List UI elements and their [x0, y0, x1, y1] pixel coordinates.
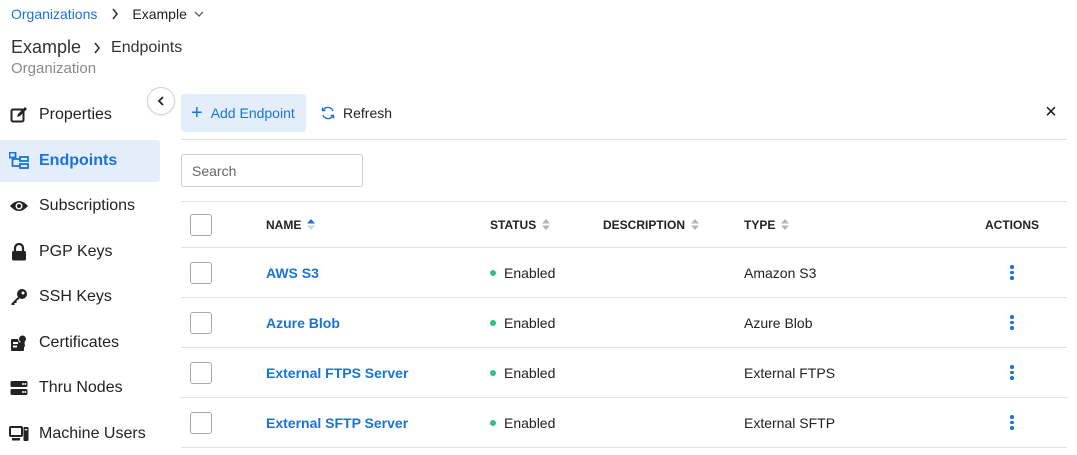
breadcrumb-current-label: Example	[132, 6, 187, 22]
sidebar-item-label: Thru Nodes	[39, 379, 123, 396]
endpoint-name-link[interactable]: AWS S3	[266, 265, 319, 281]
status-dot-icon	[490, 419, 496, 426]
sidebar-item-properties[interactable]: Properties	[0, 94, 160, 136]
lock-icon	[9, 242, 29, 262]
page-subtitle: Organization	[11, 60, 97, 77]
table-row[interactable]: External FTPS Server Enabled External FT…	[181, 348, 1067, 398]
column-header-description[interactable]: DESCRIPTION	[603, 202, 700, 247]
status-badge: Enabled	[504, 414, 556, 431]
sidebar-item-label: PGP Keys	[39, 242, 113, 260]
table-row[interactable]: External SFTP Server Enabled External SF…	[181, 398, 1067, 448]
toolbar: + Add Endpoint Refresh ×	[181, 94, 1067, 140]
table-row[interactable]: Azure Blob Enabled Azure Blob	[181, 298, 1067, 348]
column-header-name[interactable]: NAME	[266, 202, 316, 247]
row-checkbox[interactable]	[190, 261, 212, 284]
sort-icon[interactable]	[781, 219, 790, 230]
sidebar-item-label: Machine Users	[39, 424, 146, 442]
close-icon[interactable]: ×	[1043, 102, 1059, 122]
certificate-icon	[9, 333, 29, 353]
status-badge: Enabled	[504, 264, 556, 281]
status-badge: Enabled	[504, 314, 556, 331]
sidebar-item-label: Certificates	[39, 333, 120, 351]
add-endpoint-label: Add Endpoint	[210, 105, 295, 121]
refresh-icon	[321, 106, 335, 120]
more-actions-icon[interactable]	[1006, 313, 1018, 333]
sidebar-item-machine-users[interactable]: Machine Users	[0, 413, 160, 455]
sort-icon[interactable]	[542, 219, 551, 230]
table-header-row: NAME STATUS DESCRIPTION TYPE ACTIONS	[181, 202, 1067, 248]
sidebar-item-endpoints[interactable]: Endpoints	[0, 139, 160, 182]
breadcrumb: Organizations Example	[11, 5, 204, 23]
add-endpoint-button[interactable]: + Add Endpoint	[181, 94, 306, 132]
status-dot-icon	[490, 269, 496, 276]
chevron-right-icon	[93, 42, 101, 54]
search-input[interactable]	[181, 154, 363, 187]
eye-icon	[9, 196, 29, 216]
table-row[interactable]: AWS S3 Enabled Amazon S3	[181, 248, 1067, 298]
type-cell: Azure Blob	[744, 314, 813, 331]
breadcrumb-current-dropdown[interactable]: Example	[132, 6, 204, 22]
type-cell: Amazon S3	[744, 264, 817, 281]
computer-icon	[9, 424, 29, 444]
edit-icon	[9, 105, 29, 125]
breadcrumb-organizations-link[interactable]: Organizations	[11, 6, 97, 22]
sidebar-item-label: Properties	[39, 106, 112, 123]
refresh-label: Refresh	[343, 105, 393, 121]
more-actions-icon[interactable]	[1006, 363, 1018, 383]
row-checkbox[interactable]	[190, 311, 212, 334]
row-checkbox[interactable]	[190, 361, 212, 384]
status-dot-icon	[490, 319, 496, 326]
sidebar-item-label: Subscriptions	[39, 197, 136, 214]
sidebar-item-subscriptions[interactable]: Subscriptions	[0, 185, 160, 227]
chevron-down-icon	[194, 11, 204, 17]
chevron-right-icon	[111, 8, 119, 20]
page-title: Example Endpoints	[11, 37, 182, 58]
endpoints-table: NAME STATUS DESCRIPTION TYPE ACTIONS AWS…	[181, 201, 1067, 448]
endpoint-name-link[interactable]: External SFTP Server	[266, 415, 408, 431]
column-header-status[interactable]: STATUS	[490, 202, 551, 247]
type-cell: External SFTP	[744, 414, 836, 431]
sidebar: Properties Endpoints Subscriptions PGP K…	[0, 94, 160, 455]
collapse-sidebar-button[interactable]	[147, 87, 175, 115]
key-icon	[9, 287, 29, 307]
column-header-type[interactable]: TYPE	[744, 202, 790, 247]
row-checkbox[interactable]	[190, 411, 212, 434]
page-title-org: Example	[11, 37, 82, 57]
sort-ascending-icon[interactable]	[307, 219, 316, 230]
status-dot-icon	[490, 369, 496, 376]
status-badge: Enabled	[504, 364, 556, 381]
server-icon	[9, 378, 29, 398]
sidebar-item-certificates[interactable]: Certificates	[0, 322, 160, 364]
more-actions-icon[interactable]	[1006, 413, 1018, 433]
sort-icon[interactable]	[691, 219, 700, 230]
refresh-button[interactable]: Refresh	[321, 94, 392, 132]
sidebar-item-label: Endpoints	[39, 151, 118, 169]
sidebar-item-thru-nodes[interactable]: Thru Nodes	[0, 367, 160, 409]
sidebar-item-label: SSH Keys	[39, 288, 112, 305]
chevron-left-icon	[157, 96, 164, 106]
endpoint-name-link[interactable]: Azure Blob	[266, 315, 340, 331]
plus-icon: +	[191, 102, 203, 124]
column-header-actions: ACTIONS	[985, 217, 1039, 232]
sidebar-item-ssh-keys[interactable]: SSH Keys	[0, 276, 160, 318]
select-all-checkbox[interactable]	[190, 213, 212, 236]
more-actions-icon[interactable]	[1006, 263, 1018, 283]
type-cell: External FTPS	[744, 364, 836, 381]
sidebar-item-pgp-keys[interactable]: PGP Keys	[0, 231, 160, 273]
page-title-section: Endpoints	[111, 38, 183, 56]
endpoint-name-link[interactable]: External FTPS Server	[266, 365, 408, 381]
endpoints-tree-icon	[9, 151, 29, 171]
